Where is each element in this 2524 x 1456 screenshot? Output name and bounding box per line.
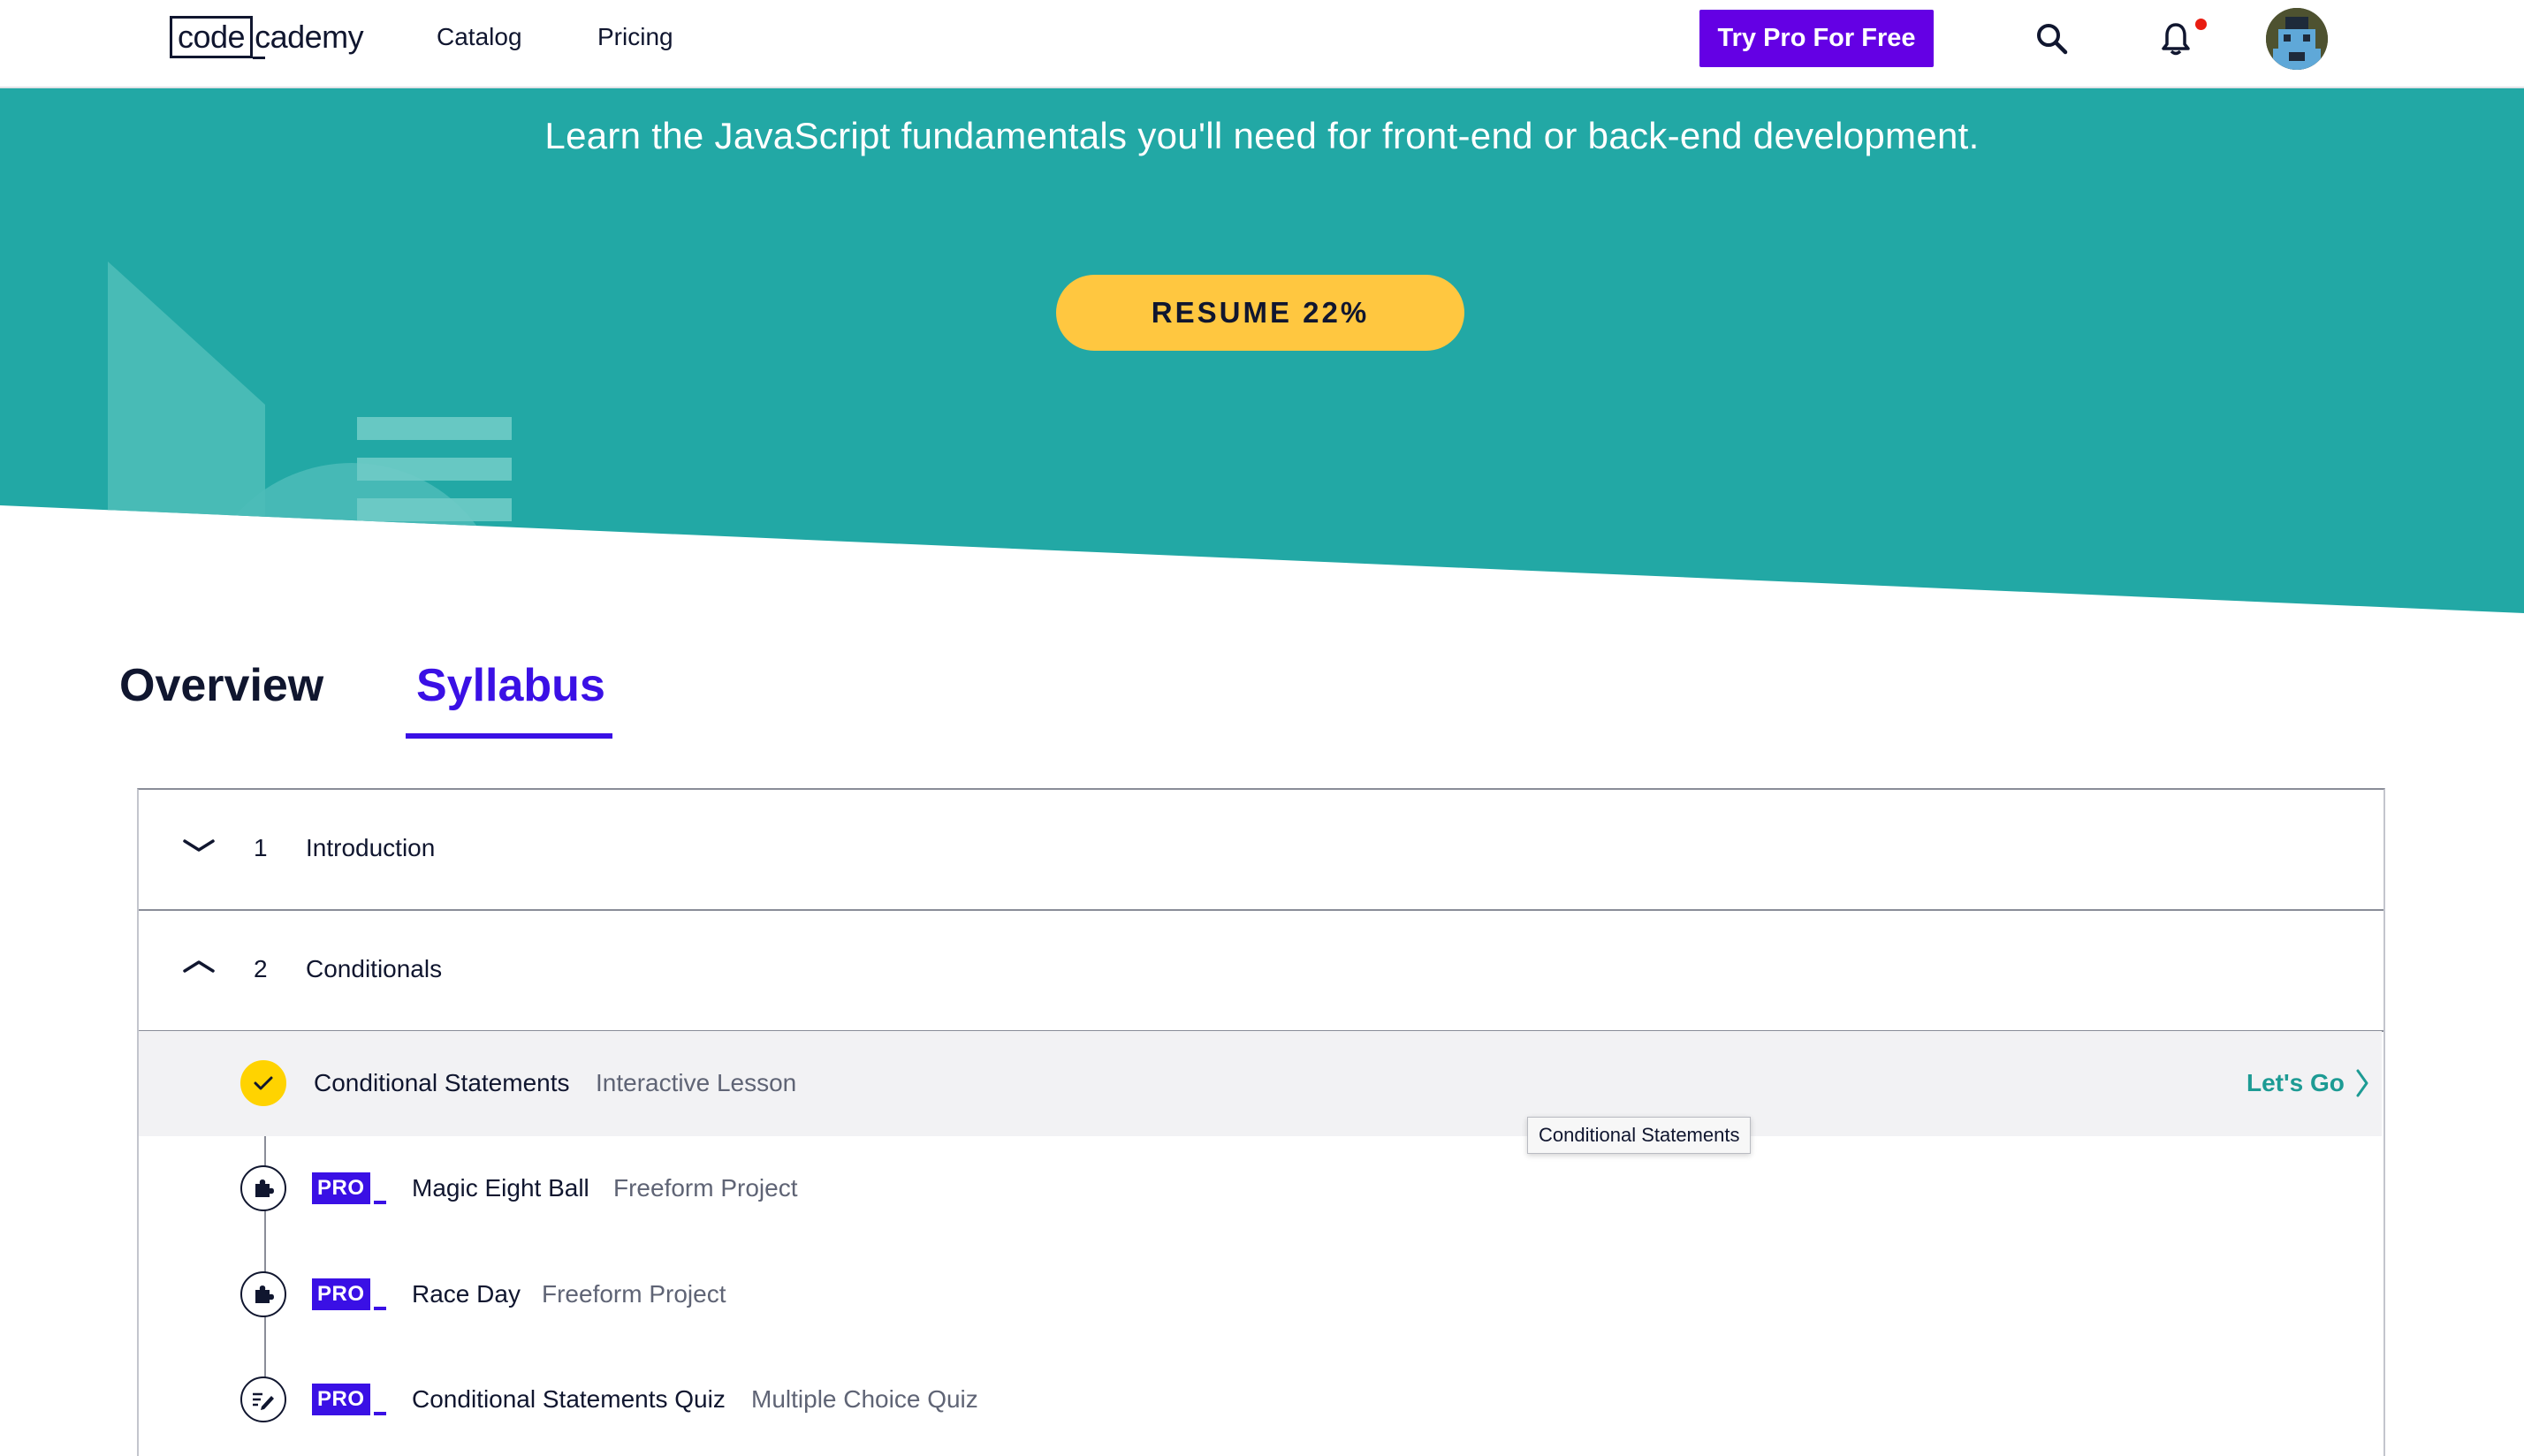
logo-wordmark: cademy [253, 19, 364, 59]
lesson-type: Freeform Project [613, 1174, 798, 1202]
lets-go-label: Let's Go [2247, 1069, 2345, 1096]
quiz-icon [240, 1376, 286, 1422]
pro-badge: PRO [312, 1278, 388, 1310]
check-icon [240, 1060, 286, 1106]
hero-banner [0, 87, 2524, 613]
pro-badge-cursor [373, 1201, 386, 1204]
pro-badge-label: PRO [312, 1172, 370, 1204]
lets-go-link[interactable]: Let's Go [2247, 1068, 2369, 1098]
pro-badge-cursor [373, 1307, 386, 1310]
lesson-name: Magic Eight Ball [412, 1174, 589, 1202]
pro-badge: PRO [312, 1172, 388, 1204]
lesson-name: Conditional Statements Quiz [412, 1385, 726, 1413]
pro-badge-cursor [373, 1412, 386, 1415]
lesson-row-conditional-statements[interactable]: Conditional Statements Interactive Lesso… [139, 1031, 2382, 1136]
lesson-name: Conditional Statements [314, 1069, 570, 1096]
search-icon[interactable] [2034, 21, 2070, 61]
lesson-row-conditional-statements-quiz[interactable]: PRO Conditional Statements Quiz Multiple… [139, 1346, 2382, 1452]
lesson-row-race-day[interactable]: PRO Race Day Freeform Project [139, 1241, 2382, 1346]
module-title: Introduction [306, 834, 436, 861]
try-pro-button[interactable]: Try Pro For Free [1699, 10, 1934, 67]
pro-badge-label: PRO [312, 1384, 370, 1415]
hero-decoration [108, 262, 512, 613]
bell-icon[interactable] [2160, 21, 2192, 61]
chevron-down-icon[interactable] [181, 836, 217, 860]
pro-badge: PRO [312, 1384, 388, 1415]
nav-catalog-link[interactable]: Catalog [437, 23, 522, 51]
avatar[interactable] [2266, 8, 2328, 70]
resume-button[interactable]: RESUME 22% [1056, 275, 1464, 351]
nav-pricing-link[interactable]: Pricing [597, 23, 673, 51]
tooltip: Conditional Statements [1527, 1117, 1752, 1154]
notification-dot [2195, 19, 2207, 30]
lesson-type: Multiple Choice Quiz [751, 1385, 978, 1413]
tab-overview[interactable]: Overview [119, 659, 323, 712]
chevron-right-icon [2356, 1069, 2368, 1097]
pro-badge-label: PRO [312, 1278, 370, 1310]
module-number: 2 [254, 955, 268, 982]
lesson-type: Interactive Lesson [596, 1069, 797, 1096]
module-row-conditionals[interactable]: 2 Conditionals [139, 911, 2383, 1032]
top-navigation-bar: code cademy Catalog Pricing Try Pro For F… [0, 0, 2524, 88]
active-tab-indicator [406, 733, 612, 739]
module-title: Conditionals [306, 955, 443, 982]
lesson-row-magic-eight-ball[interactable]: PRO Magic Eight Ball Freeform Project [139, 1136, 2382, 1241]
chevron-up-icon[interactable] [181, 957, 217, 981]
lesson-name: Race Day [412, 1280, 521, 1308]
puzzle-icon [240, 1165, 286, 1211]
lesson-type: Freeform Project [542, 1280, 726, 1308]
hero-subtitle: Learn the JavaScript fundamentals you'll… [544, 115, 1980, 156]
logo-code-box: code [170, 16, 254, 58]
puzzle-icon [240, 1271, 286, 1317]
codecademy-logo[interactable]: code cademy [170, 16, 364, 59]
module-row-introduction[interactable]: 1 Introduction [139, 790, 2383, 911]
module-number: 1 [254, 834, 268, 861]
tab-syllabus[interactable]: Syllabus [416, 659, 605, 712]
